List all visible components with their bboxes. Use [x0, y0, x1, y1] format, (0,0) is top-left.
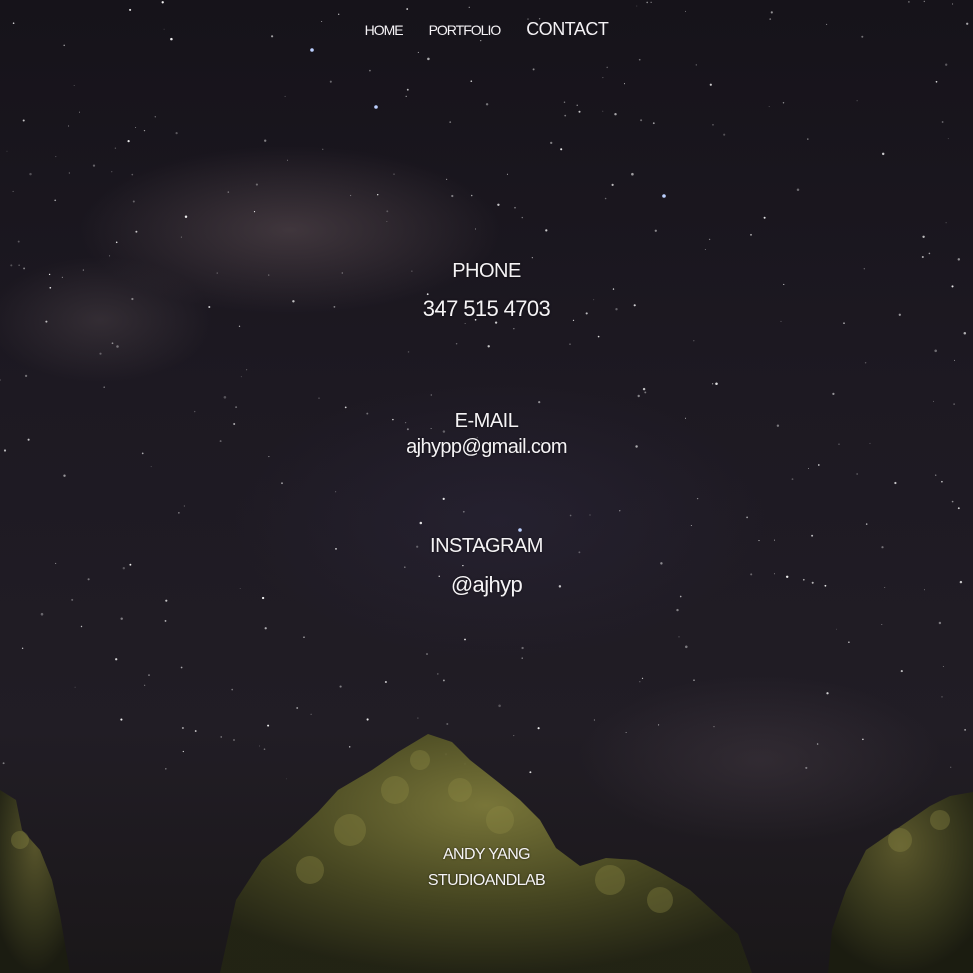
instagram-handle[interactable]: @ajhyp: [0, 572, 973, 598]
nav-home-link[interactable]: HOME: [365, 22, 404, 38]
top-navigation: HOME PORTFOLIO CONTACT: [0, 19, 973, 40]
nav-portfolio-link[interactable]: PORTFOLIO: [429, 22, 502, 38]
email-heading: E-MAIL: [454, 410, 519, 432]
contact-page: HOME PORTFOLIO CONTACT PHONE 347 515 470…: [0, 0, 973, 973]
email-address[interactable]: ajhypp@gmail.com: [0, 436, 973, 459]
nav-contact-link[interactable]: CONTACT: [526, 19, 609, 40]
phone-heading: PHONE: [452, 260, 521, 282]
tree-silhouettes: [0, 734, 973, 973]
footer-name: ANDY YANG: [442, 846, 531, 863]
instagram-heading: INSTAGRAM: [430, 535, 543, 557]
footer-studio: STUDIOANDLAB: [427, 872, 546, 889]
phone-number[interactable]: 347 515 4703: [0, 296, 973, 322]
